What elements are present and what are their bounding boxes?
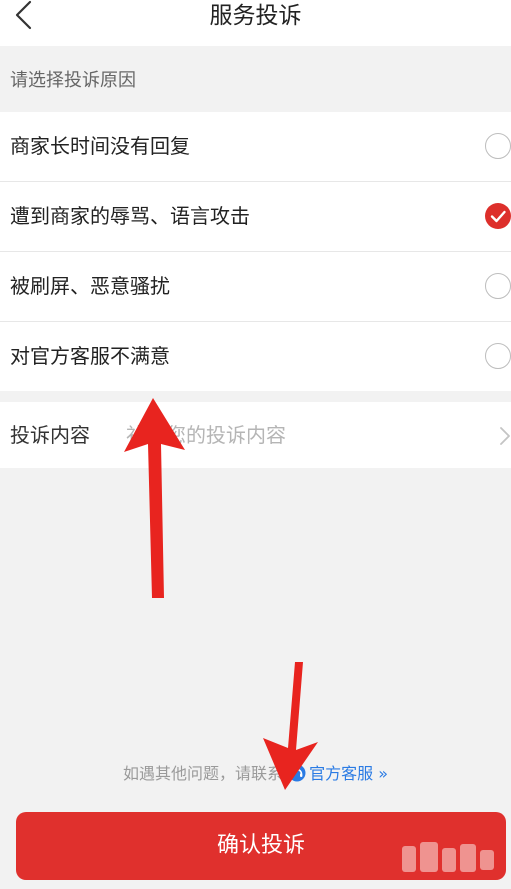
radio-unchecked-icon[interactable] [485,273,511,299]
reason-option-service[interactable]: 对官方客服不满意 [0,322,511,391]
official-service-link[interactable]: 官方客服 » [288,764,388,783]
reason-option-spam[interactable]: 被刷屏、恶意骚扰 [0,252,511,322]
reason-label: 商家长时间没有回复 [10,134,190,158]
official-service-label: 官方客服 [309,764,374,783]
reason-list: 商家长时间没有回复 遭到商家的辱骂、语言攻击 被刷屏、恶意骚扰 对官方客服不满意 [0,112,511,391]
radio-unchecked-icon[interactable] [485,133,511,159]
complaint-content-row[interactable]: 投诉内容 补充您的投诉内容 [0,402,511,468]
checkmark-icon [490,210,506,223]
reason-label: 遭到商家的辱骂、语言攻击 [10,204,250,228]
reason-label: 对官方客服不满意 [10,344,170,368]
complaint-content-placeholder: 补充您的投诉内容 [126,423,286,447]
complaint-content-label: 投诉内容 [10,423,90,447]
chevron-right-icon [500,427,510,445]
reason-option-abuse[interactable]: 遭到商家的辱骂、语言攻击 [0,182,511,252]
reason-option-no-reply[interactable]: 商家长时间没有回复 [0,112,511,182]
header: 服务投诉 [0,0,511,46]
radio-unchecked-icon[interactable] [485,343,511,369]
double-chevron-icon: » [378,764,388,783]
reason-section-label: 请选择投诉原因 [10,70,136,91]
footer-note: 如遇其他问题，请联系 官方客服 » [0,760,511,784]
confirm-complaint-button[interactable]: 确认投诉 [16,812,506,880]
headset-icon [288,764,306,782]
reason-label: 被刷屏、恶意骚扰 [10,274,170,298]
footer-note-text: 如遇其他问题，请联系 [122,764,283,783]
radio-checked-icon[interactable] [485,203,511,229]
page-title: 服务投诉 [209,3,302,29]
